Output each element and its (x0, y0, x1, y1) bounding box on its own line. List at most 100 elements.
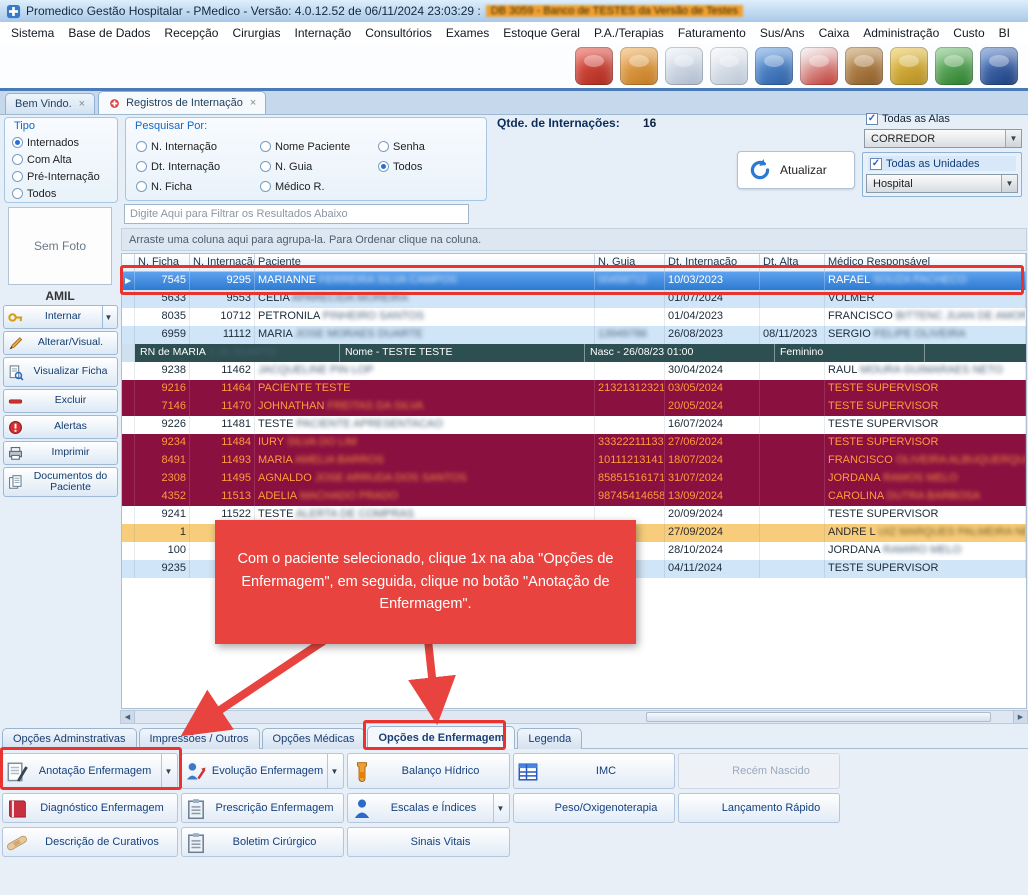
imc-button[interactable]: IMC (513, 753, 675, 789)
column-header-dt-internacao[interactable]: Dt. Internação (665, 254, 760, 271)
menu-item-bi[interactable]: BI (992, 24, 1017, 42)
table-row[interactable]: 923411484IURY SILVA DO LIM3332221113327/… (122, 434, 1026, 452)
bottom-tab-opcoes-de-enfermagem[interactable]: Opções de Enfermagem (367, 726, 515, 749)
bottom-tab-opcoes-medicas[interactable]: Opções Médicas (262, 728, 366, 749)
menu-item-administracao[interactable]: Administração (856, 24, 946, 42)
ambulance-icon[interactable] (800, 47, 838, 85)
table-row[interactable]: 921611464PACIENTE TESTE2132131232103/05/… (122, 380, 1026, 398)
menu-item-p-a-terapias[interactable]: P.A./Terapias (587, 24, 671, 42)
menu-item-custo[interactable]: Custo (946, 24, 991, 42)
scroll-right-icon[interactable]: ▶ (1013, 711, 1027, 723)
column-header-indicator[interactable] (122, 254, 135, 271)
atualizar-button[interactable]: Atualizar (737, 151, 855, 189)
search-option-senha[interactable]: Senha (378, 139, 468, 154)
billing-icon[interactable] (890, 47, 928, 85)
scroll-left-icon[interactable]: ◀ (121, 711, 135, 723)
chevron-down-icon[interactable]: ▼ (1005, 130, 1021, 147)
search-option-n-guia[interactable]: N. Guia (260, 159, 372, 174)
alterar-visual-button[interactable]: Alterar/Visual. (3, 331, 118, 355)
boletim-cirurgico-button[interactable]: Boletim Cirúrgico (181, 827, 344, 857)
menu-item-estoque-geral[interactable]: Estoque Geral (496, 24, 587, 42)
table-row[interactable]: 923811462 JACQUELINE PIN LOP30/04/2024RA… (122, 362, 1026, 380)
ala-combobox[interactable]: CORREDOR ▼ (864, 129, 1022, 148)
menu-item-base-de-dados[interactable]: Base de Dados (61, 24, 157, 42)
table-row[interactable]: 849111493MARIA AMELIA BARROS101112131415… (122, 452, 1026, 470)
table-row[interactable]: 714611470JOHNATHAN FREITAS DA SILVA20/05… (122, 398, 1026, 416)
lancamento-rapido-button[interactable]: Lançamento Rápido (678, 793, 840, 823)
bottom-tab-opcoes-adminstrativas[interactable]: Opções Adminstrativas (2, 728, 137, 749)
column-header-n-ficha[interactable]: N. Ficha (135, 254, 190, 271)
documentos-do-paciente-button[interactable]: Documentos do Paciente (3, 467, 118, 497)
menu-item-exames[interactable]: Exames (439, 24, 496, 42)
todas-as-alas-checkbox[interactable]: ✓ Todas as Alas (866, 111, 950, 126)
safe-icon[interactable] (980, 47, 1018, 85)
visualizar-ficha-button[interactable]: Visualizar Ficha (3, 357, 118, 387)
dropdown-arrow-icon[interactable]: ▼ (493, 794, 507, 822)
support-icon[interactable] (575, 47, 613, 85)
peso-oxigenoterapia-button[interactable]: Peso/Oxigenoterapia (513, 793, 675, 823)
descricao-de-curativos-button[interactable]: Descrição de Curativos (2, 827, 178, 857)
tipo-option-com-alta[interactable]: Com Alta (12, 152, 116, 167)
search-option-medico-r[interactable]: Médico R. (260, 179, 372, 194)
search-option-nome-paciente[interactable]: Nome Paciente (260, 139, 372, 154)
table-row[interactable]: 435211513ADELIA MACHADO PRADO98745414658… (122, 488, 1026, 506)
tipo-option-pre-internacao[interactable]: Pré-Internação (12, 169, 116, 184)
close-tab-icon[interactable]: × (250, 97, 256, 109)
menu-item-internacao[interactable]: Internação (287, 24, 358, 42)
menu-item-faturamento[interactable]: Faturamento (671, 24, 753, 42)
escalas-e-indices-button[interactable]: Escalas e Índices▼ (347, 793, 510, 823)
diagnostico-enfermagem-button[interactable]: Diagnóstico Enfermagem (2, 793, 178, 823)
pharmacy-icon[interactable] (935, 47, 973, 85)
close-tab-icon[interactable]: × (79, 98, 85, 110)
scrollbar-thumb[interactable] (646, 712, 990, 722)
search-option-n-ficha[interactable]: N. Ficha (136, 179, 254, 194)
horizontal-scrollbar[interactable]: ◀ ▶ (120, 710, 1028, 724)
dropdown-arrow-icon[interactable]: ▼ (161, 754, 175, 788)
menu-item-cirurgias[interactable]: Cirurgias (225, 24, 287, 42)
prescricao-enfermagem-button[interactable]: Prescrição Enfermagem (181, 793, 344, 823)
menu-item-sistema[interactable]: Sistema (4, 24, 61, 42)
tab-bem-vindo[interactable]: Bem Vindo.× (5, 93, 95, 114)
evolucao-enfermagem-button[interactable]: Evolução Enfermagem▼ (181, 753, 344, 789)
table-row[interactable]: 695911112MARIA JOSE MORAES DUARTE1394978… (122, 326, 1026, 344)
chevron-down-icon[interactable]: ▼ (1001, 175, 1017, 192)
tab-registros-de-internacao[interactable]: Registros de Internação× (98, 91, 266, 114)
column-header-n-guia[interactable]: N. Guia (595, 254, 665, 271)
hospital-bed-icon[interactable] (755, 47, 793, 85)
column-header-medico-responsavel[interactable]: Médico Responsável (825, 254, 1026, 271)
column-header-dt-alta[interactable]: Dt. Alta (760, 254, 825, 271)
patients-group-icon[interactable] (620, 47, 658, 85)
imprimir-button[interactable]: Imprimir (3, 441, 118, 465)
todas-as-unidades-checkbox[interactable]: ✓ Todas as Unidades (868, 156, 1016, 171)
menu-item-recepcao[interactable]: Recepção (157, 24, 225, 42)
menu-item-consultorios[interactable]: Consultórios (358, 24, 439, 42)
tipo-option-todos[interactable]: Todos (12, 186, 116, 201)
internar-button[interactable]: Internar▼ (3, 305, 118, 329)
table-row-newborn[interactable]: RN de MARIA J. M. DUARTENome - TESTE TES… (122, 344, 1026, 362)
search-option-dt-internacao[interactable]: Dt. Internação (136, 159, 254, 174)
filter-input[interactable] (124, 204, 469, 224)
unidade-combobox[interactable]: Hospital ▼ (866, 174, 1018, 193)
menu-item-caixa[interactable]: Caixa (812, 24, 857, 42)
anotacao-enfermagem-button[interactable]: Anotação Enfermagem▼ (2, 753, 178, 789)
tipo-option-internados[interactable]: Internados (12, 135, 116, 150)
balanco-hidrico-button[interactable]: Balanço Hídrico (347, 753, 510, 789)
table-row[interactable]: 922611481TESTE PACIENTE APRESENTACAO16/0… (122, 416, 1026, 434)
menu-item-sus-ans[interactable]: Sus/Ans (753, 24, 812, 42)
search-option-todos[interactable]: Todos (378, 159, 468, 174)
table-row[interactable]: 230811495AGNALDO JOSE ARRUDA DOS SANTOS8… (122, 470, 1026, 488)
column-header-paciente[interactable]: Paciente (255, 254, 595, 271)
column-header-n-internacao[interactable]: N. Internação (190, 254, 255, 271)
sinais-vitais-button[interactable]: Sinais Vitais (347, 827, 510, 857)
dropdown-arrow-icon[interactable]: ▼ (327, 754, 341, 788)
prescription-pad-icon[interactable] (710, 47, 748, 85)
nurse-icon[interactable] (665, 47, 703, 85)
excluir-button[interactable]: Excluir (3, 389, 118, 413)
alertas-button[interactable]: Alertas (3, 415, 118, 439)
supplies-basket-icon[interactable] (845, 47, 883, 85)
table-row[interactable]: 56339553CELIA APARECIDA MOREIRA01/07/202… (122, 290, 1026, 308)
bottom-tab-legenda[interactable]: Legenda (517, 728, 582, 749)
bottom-tab-impressoes-outros[interactable]: Impressões / Outros (139, 728, 260, 749)
table-row-selected[interactable]: ▶75459295MARIANNE FERREIRA SILVA CAMPOS0… (122, 272, 1026, 290)
dropdown-arrow-icon[interactable]: ▼ (102, 306, 114, 328)
